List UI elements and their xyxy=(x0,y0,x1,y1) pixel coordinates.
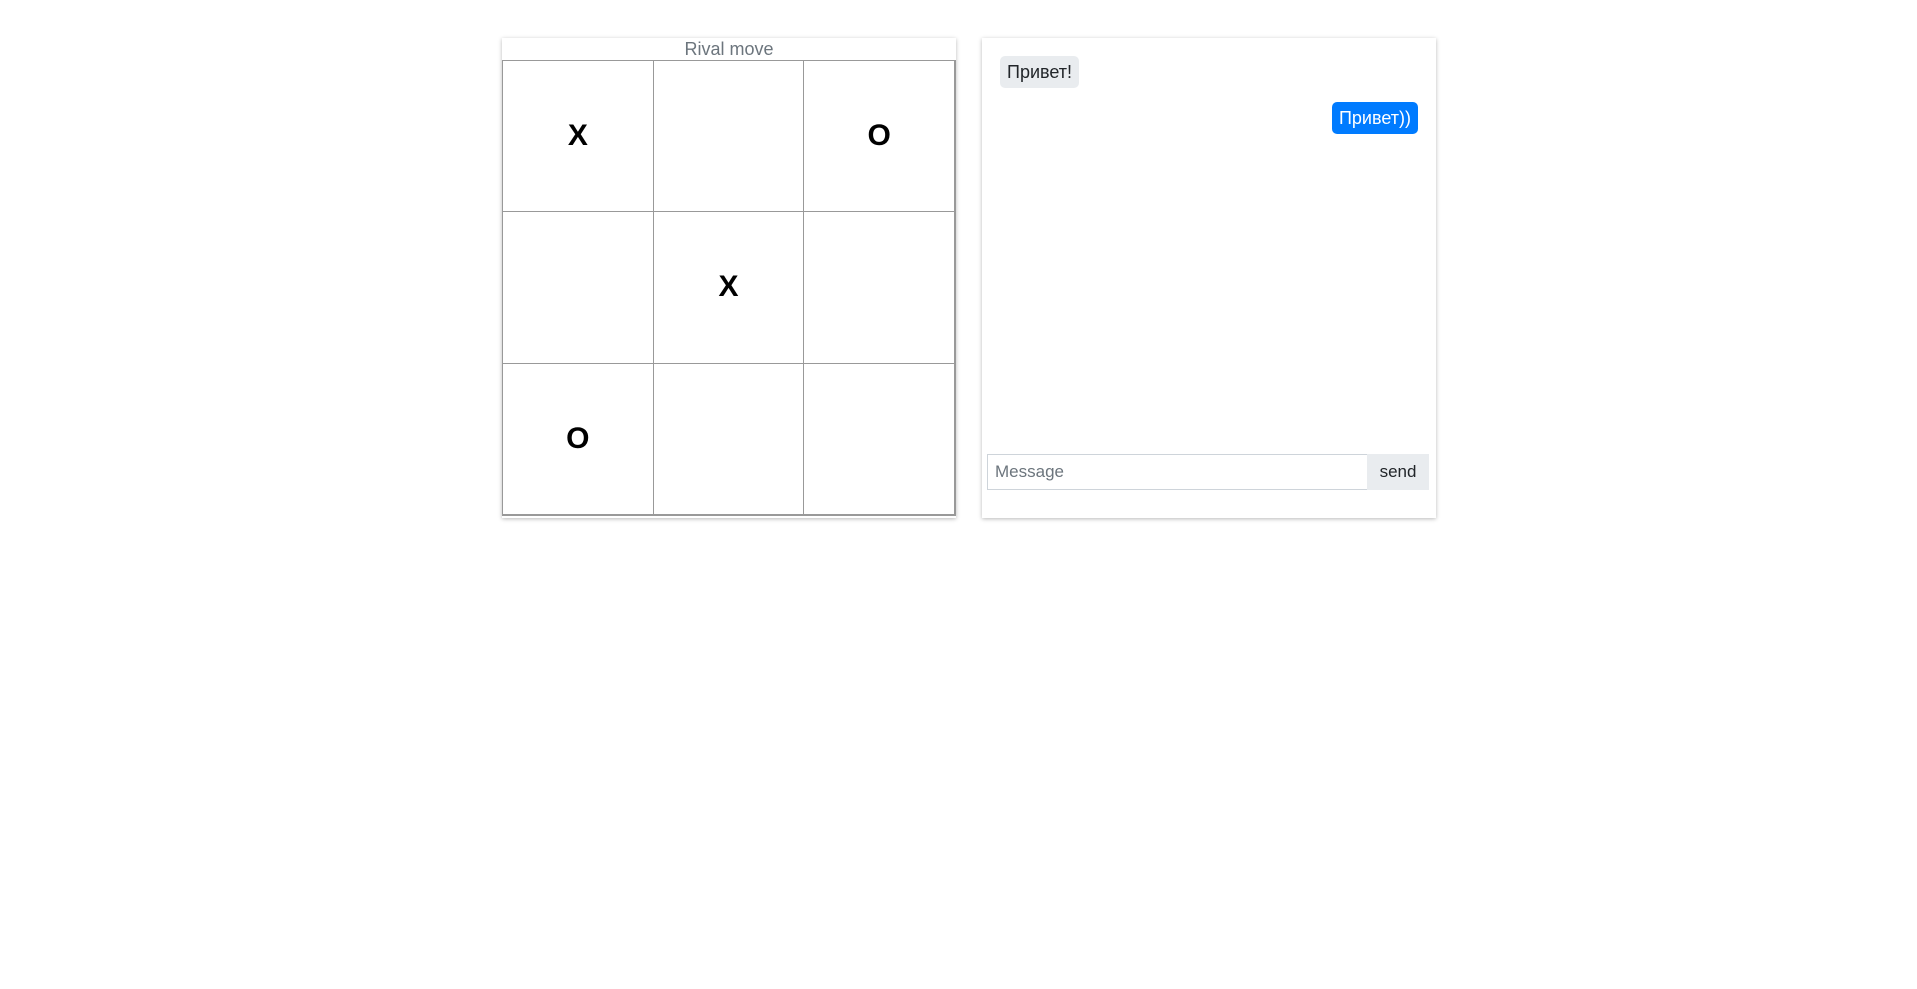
send-button[interactable]: send xyxy=(1367,454,1429,490)
message-input[interactable] xyxy=(987,454,1367,490)
outgoing-message-bubble: Привет)) xyxy=(1331,102,1418,134)
tic-tac-toe-board: X O X O xyxy=(502,60,956,516)
board-cell-r2-c2[interactable]: X xyxy=(652,211,805,364)
board-cell-r3-c3[interactable] xyxy=(803,362,955,515)
board-cell-r3-c2[interactable] xyxy=(652,362,805,515)
board-cell-r3-c1[interactable]: O xyxy=(502,362,654,515)
message-row-outgoing: Привет)) xyxy=(1000,102,1418,134)
board-cell-r1-c1[interactable]: X xyxy=(502,60,654,213)
message-row-incoming: Привет! xyxy=(1000,56,1418,88)
turn-status: Rival move xyxy=(684,39,774,59)
game-panel: Rival move X O X O xyxy=(502,38,956,518)
chat-panel: Привет! Привет)) send xyxy=(982,38,1436,518)
board-cell-r1-c2[interactable] xyxy=(652,60,805,213)
board-cell-r1-c3[interactable]: O xyxy=(803,60,955,213)
incoming-message-bubble: Привет! xyxy=(1000,56,1080,88)
message-composer: send xyxy=(987,454,1429,490)
message-list: Привет! Привет)) xyxy=(982,56,1436,476)
board-cell-r2-c3[interactable] xyxy=(803,211,955,364)
board-cell-r2-c1[interactable] xyxy=(502,211,654,364)
